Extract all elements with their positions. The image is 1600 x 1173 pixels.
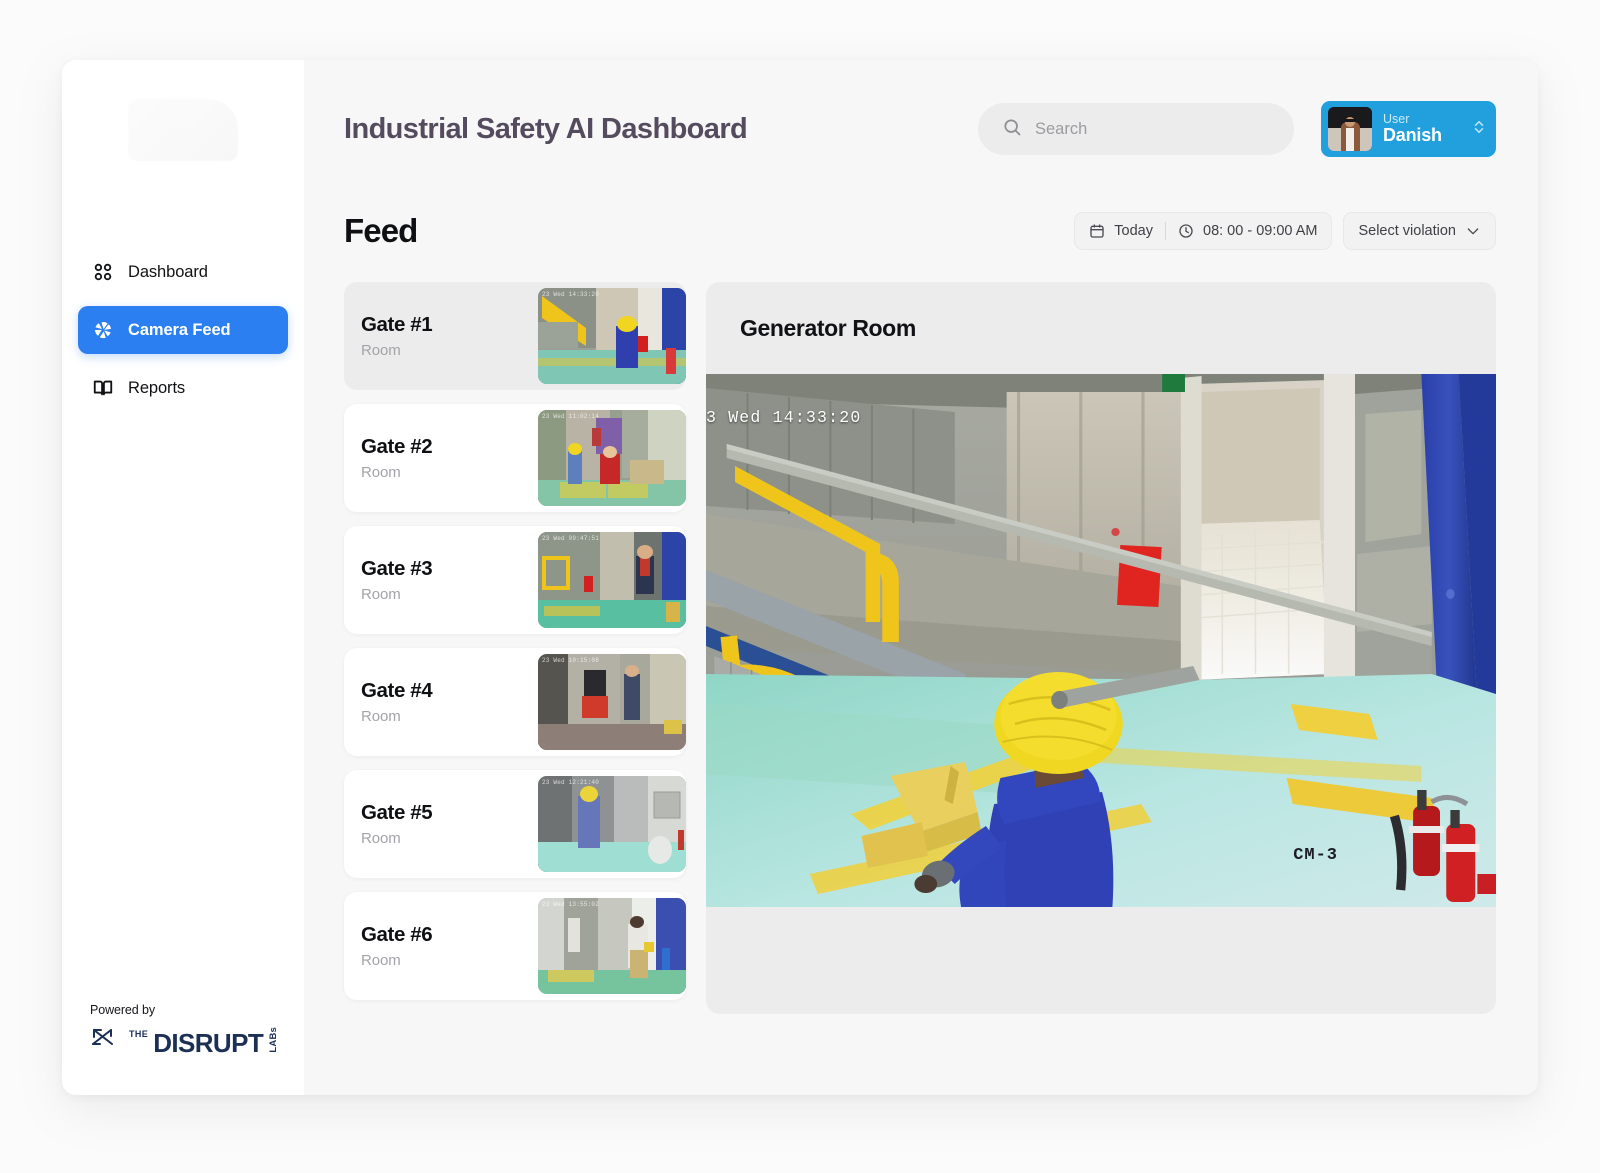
gate-room: Room	[361, 952, 401, 969]
sidebar-item-camera-feed[interactable]: Camera Feed	[78, 306, 288, 354]
list-item[interactable]: Gate #1 Room 23 Wed 14:33:20	[344, 282, 686, 390]
list-item[interactable]: Gate #6 Room 23 Wed 13:55:02	[344, 892, 686, 1000]
gate-name: Gate #2	[361, 435, 433, 458]
thumbnail-timestamp: 23 Wed 10:15:08	[542, 657, 600, 664]
gate-list: Gate #1 Room 23 Wed 14:33:20 Gate #2 Roo…	[344, 282, 686, 1014]
user-role-label: User	[1383, 111, 1410, 126]
video-timestamp-overlay: 3 Wed 14:33:20	[706, 408, 862, 427]
feed-content: Gate #1 Room 23 Wed 14:33:20 Gate #2 Roo…	[344, 282, 1496, 1014]
thumbnail-timestamp: 23 Wed 13:55:02	[542, 901, 600, 908]
gate-name: Gate #6	[361, 923, 433, 946]
gate-room: Room	[361, 464, 401, 481]
feed-header: Feed Today 08: 00 - 09:00 AM Select viol…	[344, 208, 1496, 254]
gate-name: Gate #4	[361, 679, 433, 702]
chevron-up-down-icon	[1466, 118, 1486, 141]
sidebar-item-label: Camera Feed	[128, 320, 231, 339]
disrupt-labs-text: LABs	[268, 1027, 280, 1053]
list-item[interactable]: Gate #3 Room 23 Wed 09:47:51	[344, 526, 686, 634]
disrupt-arrows-icon	[90, 1024, 124, 1055]
avatar	[1328, 107, 1372, 151]
thumbnail-timestamp: 23 Wed 11:02:14	[542, 413, 600, 420]
thumbnail-timestamp: 23 Wed 09:47:51	[542, 535, 600, 542]
list-item[interactable]: Gate #5 Room 23 Wed 12:21:40	[344, 770, 686, 878]
feed-filters: Today 08: 00 - 09:00 AM Select violation	[1074, 212, 1496, 250]
clock-icon	[1178, 223, 1194, 239]
search-icon	[1002, 117, 1022, 142]
gate-room: Room	[361, 342, 401, 359]
disrupt-labs-logo: THE DISRUPT LABs	[90, 1024, 304, 1058]
datetime-filter[interactable]: Today 08: 00 - 09:00 AM	[1074, 212, 1333, 250]
camera-tag-label: CM-3	[1293, 846, 1338, 865]
gate-meta: Gate #4 Room	[361, 679, 433, 725]
gate-meta: Gate #1 Room	[361, 313, 433, 359]
brand-logo-mark	[128, 99, 238, 161]
gate-name: Gate #1	[361, 313, 433, 336]
calendar-icon	[1089, 223, 1105, 239]
topbar: Industrial Safety AI Dashboard Search Us…	[344, 98, 1496, 160]
list-item[interactable]: Gate #4 Room 23 Wed 10:15:08	[344, 648, 686, 756]
gate-room: Room	[361, 708, 401, 725]
gate-meta: Gate #5 Room	[361, 801, 433, 847]
gate-name: Gate #3	[361, 557, 433, 580]
feed-title: Feed	[344, 212, 418, 249]
user-menu-button[interactable]: User Danish	[1321, 101, 1496, 157]
video-stage[interactable]: 3 Wed 14:33:20 CM-3	[706, 374, 1496, 907]
brand-logo-subtext	[260, 104, 262, 111]
app-window: Dashboard Camera Feed Reports Powered by…	[62, 60, 1538, 1095]
list-item[interactable]: Gate #2 Room 23 Wed 11:02:14	[344, 404, 686, 512]
video-panel-header: Generator Room	[706, 282, 1496, 374]
sidebar: Dashboard Camera Feed Reports Powered by…	[62, 60, 304, 1095]
topbar-right: User Danish	[978, 101, 1496, 157]
search-box[interactable]	[978, 103, 1294, 155]
sidebar-item-dashboard[interactable]: Dashboard	[78, 248, 288, 296]
brand-logo	[62, 60, 304, 200]
grid-icon	[92, 261, 114, 283]
gate-thumbnail: 23 Wed 13:55:02	[538, 898, 686, 994]
powered-by-block: Powered by THE DISRUPT LABs	[62, 1003, 304, 1095]
gate-thumbnail: 23 Wed 14:33:20	[538, 288, 686, 384]
camera-still	[706, 374, 1496, 907]
time-filter-label: 08: 00 - 09:00 AM	[1203, 223, 1318, 239]
user-texts: User Danish	[1383, 111, 1442, 146]
thumbnail-timestamp: 23 Wed 12:21:40	[542, 779, 600, 786]
book-icon	[92, 377, 114, 399]
thumbnail-timestamp: 23 Wed 14:33:20	[542, 291, 600, 298]
gate-meta: Gate #6 Room	[361, 923, 433, 969]
gate-thumbnail: 23 Wed 09:47:51	[538, 532, 686, 628]
aperture-icon	[92, 319, 114, 341]
chevron-down-icon	[1465, 223, 1481, 239]
violation-filter-dropdown[interactable]: Select violation	[1343, 212, 1496, 250]
sidebar-item-reports[interactable]: Reports	[78, 364, 288, 412]
disrupt-the-text: THE	[129, 1029, 149, 1039]
gate-name: Gate #5	[361, 801, 433, 824]
powered-by-label: Powered by	[90, 1003, 156, 1017]
user-name-label: Danish	[1383, 125, 1442, 146]
video-title: Generator Room	[740, 314, 916, 341]
filter-divider	[1165, 222, 1166, 240]
sidebar-item-label: Dashboard	[128, 262, 208, 281]
violation-filter-label: Select violation	[1358, 223, 1456, 239]
gate-thumbnail: 23 Wed 10:15:08	[538, 654, 686, 750]
gate-thumbnail: 23 Wed 11:02:14	[538, 410, 686, 506]
main-content: Industrial Safety AI Dashboard Search Us…	[304, 60, 1538, 1095]
video-panel: Generator Room 3 Wed 14:33:20 CM-3	[706, 282, 1496, 1014]
disrupt-wordmark: DISRUPT	[153, 1027, 264, 1058]
sidebar-nav: Dashboard Camera Feed Reports	[62, 248, 304, 422]
gate-room: Room	[361, 586, 401, 603]
page-title: Industrial Safety AI Dashboard	[344, 112, 748, 145]
gate-meta: Gate #3 Room	[361, 557, 433, 603]
search-input[interactable]	[1035, 119, 1270, 139]
gate-room: Room	[361, 830, 401, 847]
gate-meta: Gate #2 Room	[361, 435, 433, 481]
gate-thumbnail: 23 Wed 12:21:40	[538, 776, 686, 872]
date-filter-label: Today	[1114, 223, 1153, 239]
sidebar-item-label: Reports	[128, 378, 186, 397]
